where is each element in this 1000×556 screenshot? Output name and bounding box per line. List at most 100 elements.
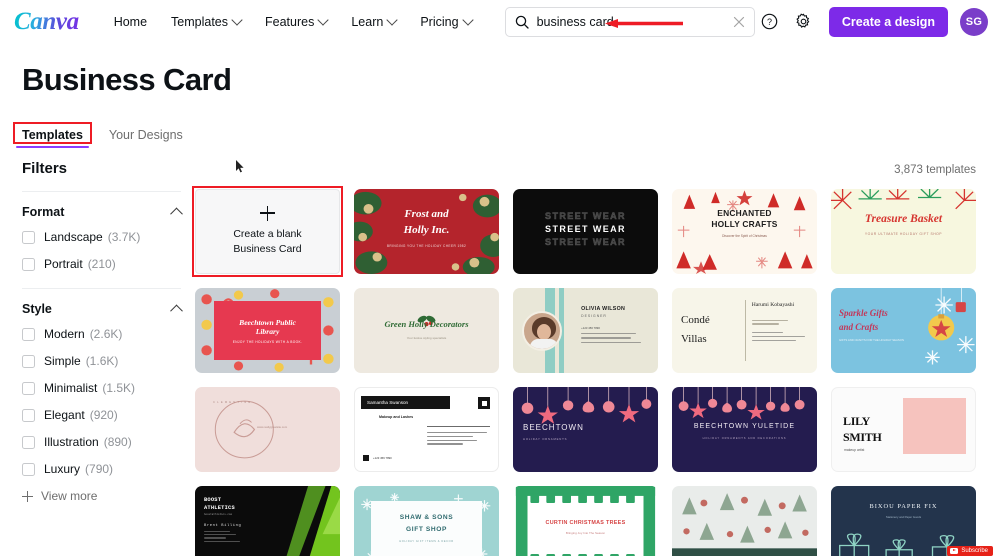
filter-option-label: Portrait bbox=[44, 257, 83, 271]
filter-option-illustration[interactable]: Illustration (890) bbox=[22, 435, 181, 449]
create-a-design-button[interactable]: Create a design bbox=[828, 6, 948, 37]
filter-option-count: (920) bbox=[89, 408, 118, 422]
card-title: Beechtown Public bbox=[239, 317, 296, 327]
checkbox[interactable] bbox=[22, 381, 35, 395]
card-subtitle: Brent Billing bbox=[204, 524, 242, 528]
template-card[interactable]: OLIVIA WILSON DESIGNER +123 456 7890 bbox=[513, 288, 658, 373]
filter-option-elegant[interactable]: Elegant (920) bbox=[22, 408, 181, 422]
filter-option-portrait[interactable]: Portrait (210) bbox=[22, 257, 181, 271]
checkbox[interactable] bbox=[22, 327, 35, 341]
template-card[interactable]: CLEMENTINE www.reallygreatsite.com bbox=[195, 387, 340, 472]
youtube-play-icon bbox=[950, 548, 959, 554]
template-card[interactable]: STREET WEAR STREET WEAR STREET WEAR bbox=[513, 189, 658, 274]
filter-option-label: Luxury bbox=[44, 462, 81, 476]
card-detail-lines bbox=[581, 333, 652, 344]
card-title: ENCHANTED bbox=[717, 208, 772, 218]
template-card[interactable]: Samantha Swanson Makeup and Lashes +123 … bbox=[354, 387, 499, 472]
template-card[interactable]: Treasure Basket YOUR ULTIMATE HOLIDAY GI… bbox=[831, 189, 976, 274]
template-card[interactable]: BOOST ATHLETICS boostathletics.com Brent… bbox=[195, 486, 340, 556]
nav-label: Learn bbox=[351, 14, 384, 29]
card-title-2: SMITH bbox=[843, 430, 882, 444]
card-avatar-photo bbox=[521, 310, 562, 351]
view-more-button[interactable]: View more bbox=[22, 489, 181, 503]
template-card[interactable]: ENCHANTED HOLLY CRAFTS Discover the Spir… bbox=[672, 189, 817, 274]
canva-logo[interactable]: Canva bbox=[14, 8, 83, 36]
tab-label: Your Designs bbox=[108, 128, 183, 142]
filter-option-minimalist[interactable]: Minimalist (1.5K) bbox=[22, 381, 181, 395]
close-icon[interactable] bbox=[733, 16, 745, 28]
filter-group-format-header[interactable]: Format bbox=[22, 205, 183, 220]
card-title-2: GIFT SHOP bbox=[406, 526, 447, 533]
nav-label: Pricing bbox=[420, 14, 459, 29]
create-blank-card[interactable]: Create a blank Business Card bbox=[195, 189, 340, 274]
gear-icon[interactable] bbox=[789, 7, 819, 37]
filter-option-label: Landscape bbox=[44, 230, 103, 244]
filter-group-style-header[interactable]: Style bbox=[22, 302, 183, 317]
nav-item-home[interactable]: Home bbox=[103, 8, 158, 36]
help-circle-icon[interactable]: ? bbox=[755, 7, 785, 37]
card-subtitle: makeup artist bbox=[844, 448, 865, 452]
card-subtitle: ENJOY THE HOLIDAYS WITH A BOOK. bbox=[232, 339, 303, 344]
card-title-2: Holly Inc. bbox=[403, 224, 450, 236]
filter-option-count: (2.6K) bbox=[89, 327, 123, 341]
template-card[interactable]: CURTIN CHRISTMAS TREES Bringing Joy Into… bbox=[513, 486, 658, 556]
filter-group-label: Style bbox=[22, 302, 52, 316]
youtube-subscribe-badge[interactable]: Subscribe bbox=[947, 546, 993, 556]
checkbox[interactable] bbox=[22, 408, 35, 422]
tab-label: Templates bbox=[22, 128, 83, 142]
subscribe-label: Subscribe bbox=[961, 548, 988, 554]
tab-templates[interactable]: Templates bbox=[13, 122, 92, 148]
checkbox[interactable] bbox=[22, 230, 35, 244]
result-count: 3,873 templates bbox=[894, 164, 976, 176]
nav-item-pricing[interactable]: Pricing bbox=[409, 8, 482, 36]
template-card[interactable] bbox=[672, 486, 817, 556]
checkbox[interactable] bbox=[22, 354, 35, 368]
nav-item-features[interactable]: Features bbox=[254, 8, 338, 36]
card-subtitle: GIFTS AND CRAFTS FOR THE HOLIDAY SEASON bbox=[839, 338, 904, 342]
nav-label: Home bbox=[113, 14, 148, 29]
card-detail-lines bbox=[204, 531, 240, 542]
card-divider bbox=[426, 426, 490, 427]
card-subtitle: HOLIDAY GIFT ITEMS & DECOR bbox=[399, 540, 454, 543]
card-title-ghost-top: STREET WEAR bbox=[545, 211, 626, 222]
nav-label: Templates bbox=[171, 14, 229, 29]
filter-option-label: Minimalist bbox=[44, 381, 98, 395]
filter-group-style: Style Modern (2.6K) Simple (1.6K) Minima… bbox=[22, 289, 195, 507]
template-card[interactable]: Sparkle Gifts and Crafts GIFTS AND CRAFT… bbox=[831, 288, 976, 373]
checkbox[interactable] bbox=[22, 435, 35, 449]
template-card[interactable]: Frost and Holly Inc. BRINGING YOU THE HO… bbox=[354, 189, 499, 274]
chevron-up-icon bbox=[170, 207, 183, 220]
template-card[interactable]: Green Holly Decorators Your festive styl… bbox=[354, 288, 499, 373]
card-phone-row: +123 456 7890 bbox=[363, 455, 392, 461]
template-card[interactable]: SHAW & SONS GIFT SHOP HOLIDAY GIFT ITEMS… bbox=[354, 486, 499, 556]
checkbox[interactable] bbox=[22, 257, 35, 271]
result-count-row: 3,873 templates bbox=[195, 160, 976, 180]
search-input[interactable]: business card bbox=[537, 15, 733, 29]
filter-option-label: Modern bbox=[44, 327, 85, 341]
tab-your-designs[interactable]: Your Designs bbox=[109, 128, 183, 148]
card-title: BOOST bbox=[204, 497, 222, 503]
chevron-down-icon bbox=[461, 13, 474, 26]
card-title: Samantha Swanson bbox=[367, 400, 409, 405]
filter-option-count: (210) bbox=[87, 257, 116, 271]
filter-option-luxury[interactable]: Luxury (790) bbox=[22, 462, 181, 476]
filter-option-simple[interactable]: Simple (1.6K) bbox=[22, 354, 181, 368]
avatar[interactable]: SG bbox=[960, 7, 988, 36]
nav-item-templates[interactable]: Templates bbox=[160, 8, 252, 36]
template-grid: Create a blank Business Card Frost and H… bbox=[192, 186, 976, 556]
nav-label: Features bbox=[265, 14, 315, 29]
template-card[interactable]: BEECHTOWN HOLIDAY ORNAMENTS bbox=[513, 387, 658, 472]
card-title-2: HOLLY CRAFTS bbox=[711, 219, 778, 229]
card-title: BIXOU PAPER FIX bbox=[869, 503, 938, 510]
card-detail-lines bbox=[751, 320, 811, 342]
filter-option-modern[interactable]: Modern (2.6K) bbox=[22, 327, 181, 341]
filter-option-landscape[interactable]: Landscape (3.7K) bbox=[22, 230, 181, 244]
template-card[interactable]: LILY SMITH makeup artist bbox=[831, 387, 976, 472]
filter-option-count: (3.7K) bbox=[107, 230, 141, 244]
template-card[interactable]: Beechtown Public Library ENJOY THE HOLID… bbox=[195, 288, 340, 373]
search-bar[interactable]: business card bbox=[504, 6, 755, 37]
template-card[interactable]: BEECHTOWN YULETIDE HOLIDAY ORNAMENTS AND… bbox=[672, 387, 817, 472]
template-card[interactable]: Condé Villas Harumi Kobayashi bbox=[672, 288, 817, 373]
checkbox[interactable] bbox=[22, 462, 35, 476]
nav-item-learn[interactable]: Learn bbox=[340, 8, 407, 36]
